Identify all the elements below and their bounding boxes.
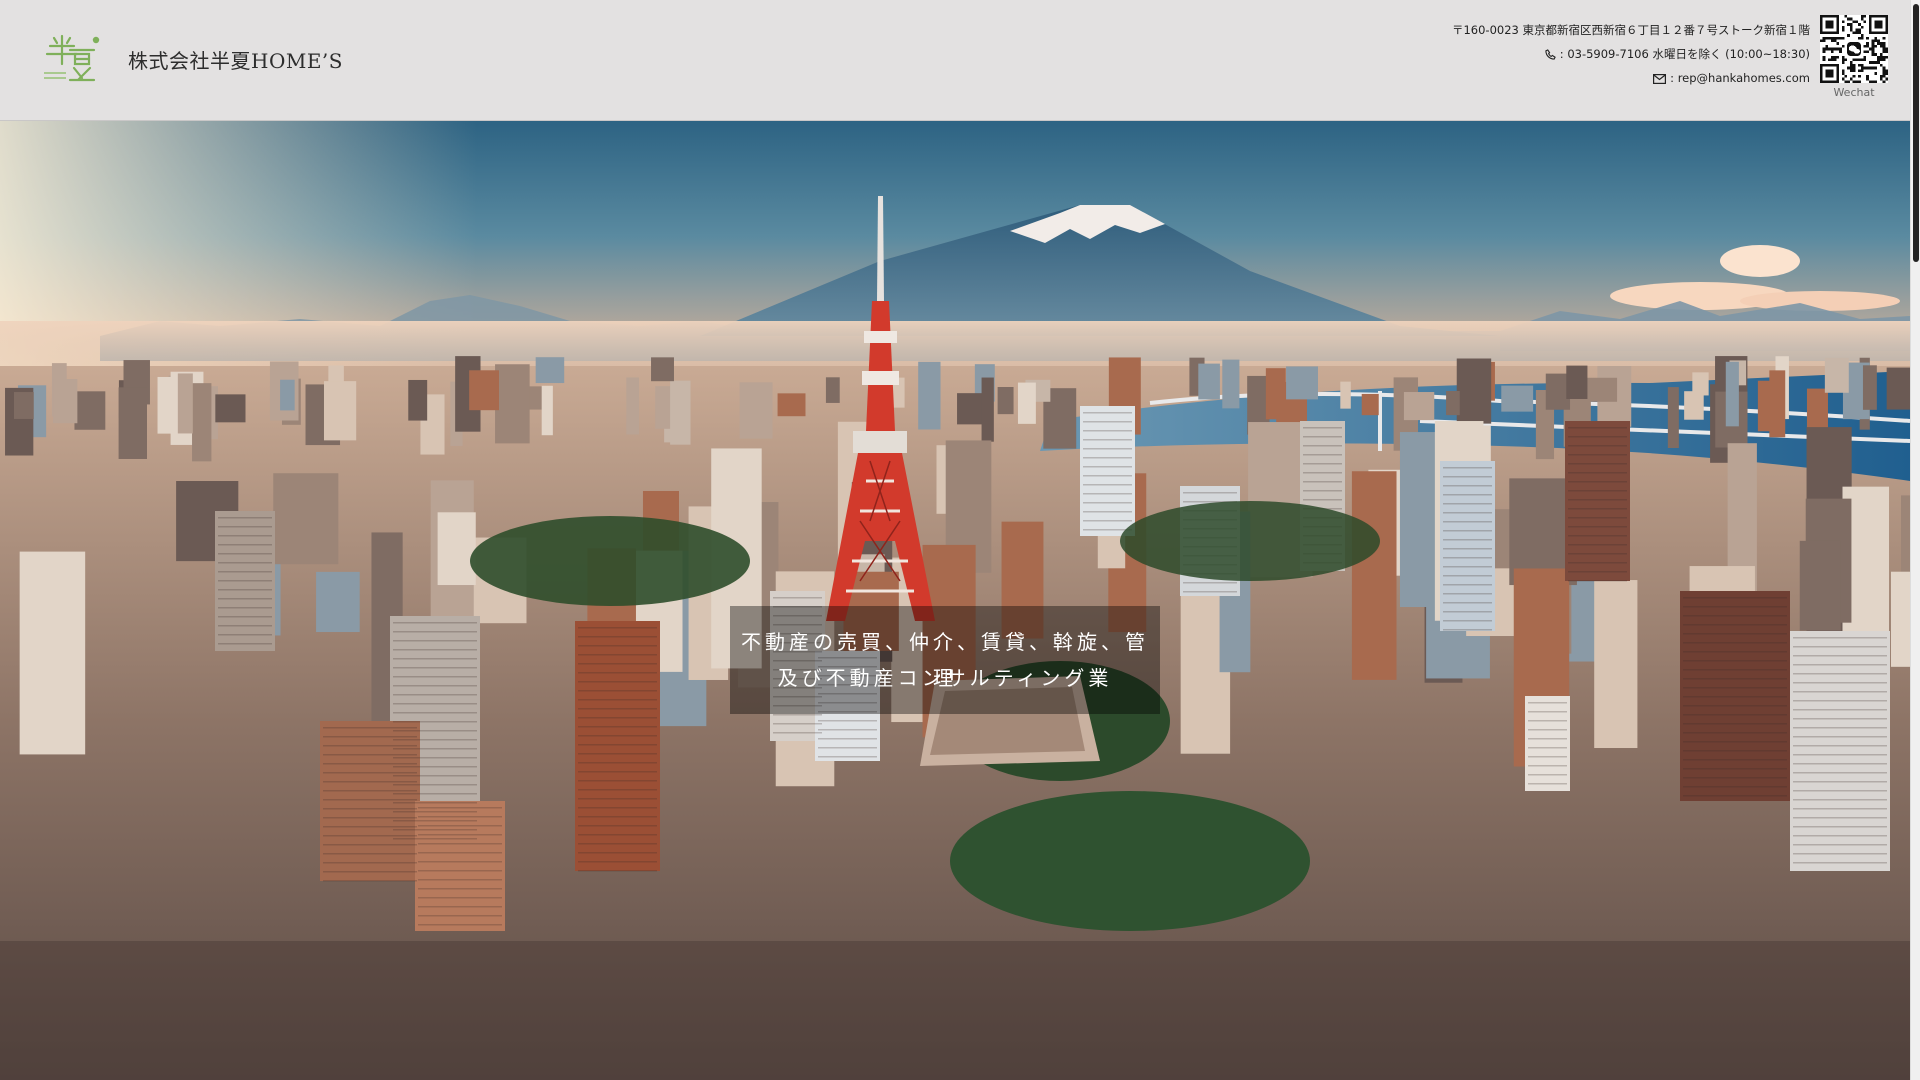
vertical-scrollbar[interactable] xyxy=(1910,0,1920,1080)
hanka-logo-icon[interactable] xyxy=(40,34,102,86)
qr-label: Wechat xyxy=(1833,86,1875,99)
tagline-line-2: 及び不動産コンサルティング業 xyxy=(777,666,1113,690)
hero-tagline: 不動産の売買、仲介、賃貸、斡旋、管理 及び不動産コンサルティング業 xyxy=(730,606,1160,714)
address-line: 〒160-0023 東京都新宿区西新宿６丁目１２番７号ストーク新宿１階 xyxy=(1452,18,1810,42)
tagline-line-1: 不動産の売買、仲介、賃貸、斡旋、管理 xyxy=(741,630,1149,690)
site-header: 株式会社半夏HOME’S 〒160-0023 東京都新宿区西新宿６丁目１２番７号… xyxy=(0,0,1910,121)
hero-banner: 不動産の売買、仲介、賃貸、斡旋、管理 及び不動産コンサルティング業 xyxy=(0,121,1910,1080)
company-name[interactable]: 株式会社半夏HOME’S xyxy=(128,45,343,74)
phone-line[interactable]: : 03-5909-7106 水曜日を除く (10:00~18:30) xyxy=(1452,42,1810,66)
wechat-qr-icon[interactable] xyxy=(1820,15,1888,83)
phone-icon xyxy=(1545,49,1556,60)
address-text: 〒160-0023 東京都新宿区西新宿６丁目１２番７号ストーク新宿１階 xyxy=(1451,23,1810,37)
scrollbar-thumb[interactable] xyxy=(1913,4,1919,262)
mail-icon xyxy=(1653,74,1667,84)
phone-text: : 03-5909-7106 水曜日を除く (10:00~18:30) xyxy=(1559,47,1810,61)
contact-info: 〒160-0023 東京都新宿区西新宿６丁目１２番７号ストーク新宿１階 : 03… xyxy=(1452,18,1810,90)
email-line[interactable]: : rep@hankahomes.com xyxy=(1452,66,1810,90)
tokyo-skyline-image xyxy=(0,121,1910,1080)
email-text: : rep@hankahomes.com xyxy=(1670,71,1810,85)
